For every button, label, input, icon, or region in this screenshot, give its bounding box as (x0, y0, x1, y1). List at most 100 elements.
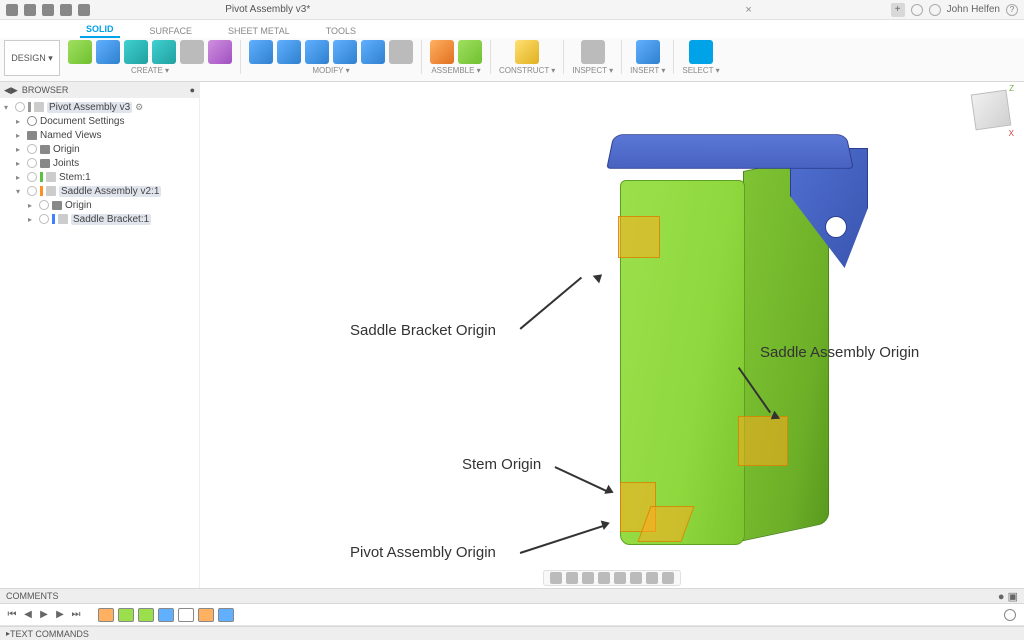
zoom-icon[interactable] (598, 572, 610, 584)
timeline-prev-icon[interactable]: ◀ (22, 609, 34, 621)
timeline-feature[interactable] (118, 608, 134, 622)
separator (673, 40, 674, 74)
timeline-next-icon[interactable]: ▶ (54, 609, 66, 621)
coil-icon[interactable] (208, 40, 232, 64)
user-name[interactable]: John Helfen (947, 4, 1000, 15)
viewport-canvas[interactable]: Z X Saddle Bracket Origin Saddle Assembl… (200, 82, 1024, 588)
tree-joints[interactable]: ▸ Joints (4, 156, 195, 170)
select-icon[interactable] (689, 40, 713, 64)
timeline-feature[interactable] (178, 608, 194, 622)
create-group-label[interactable]: CREATE ▾ (131, 66, 169, 75)
tree-saddle-assembly[interactable]: ▾ Saddle Assembly v2:1 (4, 184, 195, 198)
joint-icon[interactable] (458, 40, 482, 64)
tree-origin[interactable]: ▸ Origin (4, 142, 195, 156)
navigation-bar (543, 570, 681, 586)
timeline-feature[interactable] (98, 608, 114, 622)
insert-icon[interactable] (636, 40, 660, 64)
inspect-group-label[interactable]: INSPECT ▾ (572, 66, 613, 75)
tab-sheet-metal[interactable]: SHEET METAL (222, 24, 296, 38)
timeline-bar: ⏮ ◀ ▶ ▶ ⏭ (0, 604, 1024, 626)
tree-saddle-bracket[interactable]: ▸ Saddle Bracket:1 (4, 212, 195, 226)
fit-icon[interactable] (614, 572, 626, 584)
viewports-icon[interactable] (662, 572, 674, 584)
tab-surface[interactable]: SURFACE (144, 24, 199, 38)
design-workspace-button[interactable]: DESIGN ▾ (4, 40, 60, 76)
cylinder-icon[interactable] (124, 40, 148, 64)
tree-named-views[interactable]: ▸ Named Views (4, 128, 195, 142)
timeline-feature[interactable] (218, 608, 234, 622)
title-bar: Pivot Assembly v3* × + John Helfen ? (0, 0, 1024, 20)
root-label: Pivot Assembly v3 (47, 102, 132, 113)
presspull-icon[interactable] (249, 40, 273, 64)
close-tab-icon[interactable]: × (745, 5, 755, 15)
modify-group-label[interactable]: MODIFY ▾ (312, 66, 349, 75)
grid-icon[interactable] (646, 572, 658, 584)
view-cube[interactable]: Z X (968, 88, 1014, 134)
browser-header[interactable]: ◀▶ BROWSER ● (0, 82, 199, 98)
group-select: SELECT ▾ (682, 40, 719, 75)
tree-sub-origin[interactable]: ▸ Origin (4, 198, 195, 212)
insert-group-label[interactable]: INSERT ▾ (630, 66, 665, 75)
pan-icon[interactable] (582, 572, 594, 584)
ribbon-toolbar: DESIGN ▾ CREATE ▾ MODIFY ▾ ASSEMBLE (0, 38, 1024, 82)
group-create: CREATE ▾ (68, 40, 232, 75)
select-group-label[interactable]: SELECT ▾ (682, 66, 719, 75)
shell-icon[interactable] (333, 40, 357, 64)
tree-doc-settings[interactable]: ▸ Document Settings (4, 114, 195, 128)
group-modify: MODIFY ▾ (249, 40, 413, 75)
display-icon[interactable] (630, 572, 642, 584)
box-icon[interactable] (96, 40, 120, 64)
new-tab-button[interactable]: + (891, 3, 905, 17)
folder-icon (40, 145, 50, 154)
separator (421, 40, 422, 74)
file-icon[interactable] (24, 4, 36, 16)
sketch-icon[interactable] (68, 40, 92, 64)
save-icon[interactable] (42, 4, 54, 16)
timeline-feature[interactable] (198, 608, 214, 622)
bracket-hole[interactable] (825, 216, 847, 238)
look-icon[interactable] (566, 572, 578, 584)
timeline-feature[interactable] (138, 608, 154, 622)
origin-plane-saddle-assembly[interactable] (738, 416, 788, 466)
document-title: Pivot Assembly v3* (225, 4, 310, 15)
tab-tools[interactable]: TOOLS (320, 24, 362, 38)
assemble-group-label[interactable]: ASSEMBLE ▾ (431, 66, 480, 75)
timeline-settings-icon[interactable] (1004, 609, 1016, 621)
cube-icon[interactable] (971, 90, 1012, 131)
annot-pivot-assembly-origin: Pivot Assembly Origin (350, 544, 496, 561)
measure-icon[interactable] (581, 40, 605, 64)
notifications-icon[interactable] (929, 4, 941, 16)
text-commands-bar[interactable]: ▸ TEXT COMMANDS (0, 626, 1024, 640)
comments-label: COMMENTS (6, 591, 59, 601)
timeline-play-icon[interactable]: ▶ (38, 609, 50, 621)
tree-root[interactable]: ▾ Pivot Assembly v3⚙ (4, 100, 195, 114)
tab-solid[interactable]: SOLID (80, 22, 120, 38)
tree-stem[interactable]: ▸ Stem:1 (4, 170, 195, 184)
plane-icon[interactable] (515, 40, 539, 64)
sphere-icon[interactable] (152, 40, 176, 64)
timeline-start-icon[interactable]: ⏮ (6, 609, 18, 621)
torus-icon[interactable] (180, 40, 204, 64)
bracket-top-face[interactable] (606, 134, 853, 168)
construct-group-label[interactable]: CONSTRUCT ▾ (499, 66, 555, 75)
comments-bar[interactable]: COMMENTS ● ▣ (0, 588, 1024, 604)
joints-label: Joints (53, 158, 79, 169)
help-icon[interactable]: ? (1006, 4, 1018, 16)
orbit-icon[interactable] (550, 572, 562, 584)
new-component-icon[interactable] (430, 40, 454, 64)
apps-icon[interactable] (6, 4, 18, 16)
redo-icon[interactable] (78, 4, 90, 16)
timeline-end-icon[interactable]: ⏭ (70, 609, 82, 621)
fillet-icon[interactable] (277, 40, 301, 64)
origin-plane-saddle-bracket[interactable] (618, 216, 660, 258)
move-icon[interactable] (389, 40, 413, 64)
saddle-bracket-label: Saddle Bracket:1 (71, 214, 151, 225)
combine-icon[interactable] (361, 40, 385, 64)
document-tab[interactable]: Pivot Assembly v3* (225, 4, 310, 15)
comments-toggle-icon[interactable]: ● ▣ (998, 590, 1018, 603)
chamfer-icon[interactable] (305, 40, 329, 64)
timeline-feature[interactable] (158, 608, 174, 622)
extensions-icon[interactable] (911, 4, 923, 16)
axis-z-label: Z (1009, 84, 1014, 93)
undo-icon[interactable] (60, 4, 72, 16)
